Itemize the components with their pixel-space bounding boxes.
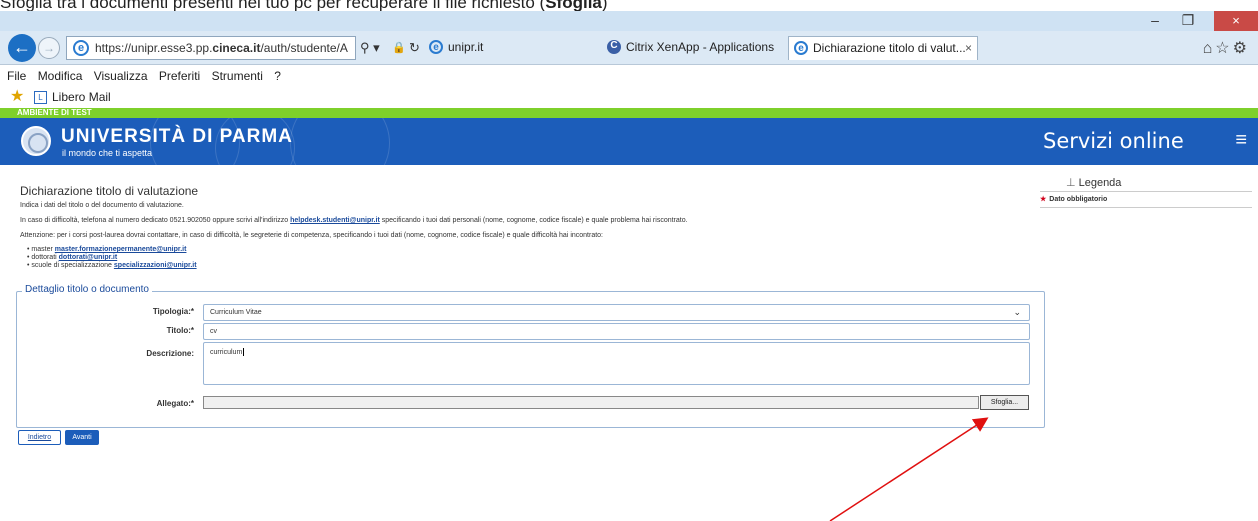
browse-button[interactable]: Sfoglia... (980, 395, 1029, 410)
chevron-down-icon: ⌄ (1013, 307, 1021, 317)
ie-icon: e (73, 40, 89, 56)
tipologia-label: Tipologia:* (152, 307, 194, 316)
close-window-button[interactable]: × (1214, 11, 1258, 31)
favorites-bar: ★ L Libero Mail (0, 86, 1258, 108)
page-title: Dichiarazione titolo di valutazione (20, 184, 199, 198)
tab-unipr[interactable]: e unipr.it (424, 36, 594, 60)
titolo-value: cv (210, 328, 217, 335)
url-suffix: /auth/studente/A (260, 41, 348, 55)
contact-item: • master master.formazionepermanente@uni… (27, 246, 187, 253)
contact-label: dottorati (31, 254, 59, 261)
text-cursor (243, 348, 245, 357)
allegato-label: Allegato:* (156, 399, 194, 408)
legend-required-label: Dato obbligatorio (1049, 196, 1108, 203)
university-name[interactable]: UNIVERSITÀ DI PARMA (61, 126, 293, 148)
tab-label: Dichiarazione titolo di valut... (813, 41, 966, 55)
lock-icon[interactable]: 🔒 (392, 36, 406, 60)
legend-divider (1040, 191, 1252, 192)
tab-citrix[interactable]: C Citrix XenApp - Applications (602, 36, 784, 60)
helpdesk-email-link[interactable]: helpdesk.studenti@unipr.it (290, 217, 380, 224)
ie-icon: e (429, 40, 443, 54)
window-titlebar: – ❐ × (0, 11, 1258, 31)
legend-required: ★ Dato obbligatorio (1040, 195, 1107, 203)
legend-divider (1040, 207, 1252, 208)
favorites-star-icon[interactable]: ★ (10, 88, 24, 106)
browser-toolbar: ← → e https://unipr.esse3.pp.cineca.it/a… (0, 31, 1258, 65)
back-button[interactable]: ← (8, 34, 36, 62)
intro-text: Indica i dati del titolo o del documento… (20, 202, 184, 209)
search-dropdown-icon[interactable]: ⚲ ▾ (360, 36, 380, 60)
ie-icon: e (794, 41, 808, 55)
contact-item: • dottorati dottorati@unipr.it (27, 254, 118, 261)
pin-icon: ⊥ (1066, 177, 1076, 189)
contact-label: master (31, 246, 55, 253)
refresh-icon[interactable]: ↻ (409, 36, 420, 60)
allegato-file-input[interactable] (203, 396, 979, 409)
close-tab-icon[interactable]: × (965, 37, 972, 59)
tipologia-value: Curriculum Vitae (210, 309, 262, 316)
forward-button[interactable]: → (38, 37, 60, 59)
contact-label: scuole di specializzazione (31, 262, 114, 269)
tab-dichiarazione[interactable]: e Dichiarazione titolo di valut... × (788, 36, 978, 60)
menu-visualizza[interactable]: Visualizza (94, 69, 148, 83)
instruction-caption: Sfoglia tra i documenti presenti nel tuo… (0, 0, 608, 12)
address-bar[interactable]: e https://unipr.esse3.pp.cineca.it/auth/… (66, 36, 356, 60)
descrizione-value: curriculum (210, 349, 243, 356)
tipologia-select[interactable]: Curriculum Vitae ⌄ (203, 304, 1030, 321)
minimize-button[interactable]: – (1140, 11, 1170, 31)
fieldset-legend: Dettaglio titolo o documento (22, 284, 152, 295)
menu-preferiti[interactable]: Preferiti (159, 69, 200, 83)
browser-toolbar-icons[interactable]: ⌂☆⚙ (1203, 38, 1250, 58)
favorite-libero-mail[interactable]: L Libero Mail (34, 86, 111, 108)
citrix-icon: C (607, 40, 621, 54)
university-seal-icon (21, 126, 51, 156)
favorite-label: Libero Mail (52, 90, 111, 104)
descrizione-textarea[interactable]: curriculum (203, 342, 1030, 385)
dottorati-email-link[interactable]: dottorati@unipr.it (59, 254, 118, 261)
contact-item: • scuole di specializzazione specializza… (27, 262, 197, 269)
tab-label: Citrix XenApp - Applications (626, 40, 775, 54)
url-prefix: https://unipr.esse3.pp. (95, 41, 213, 55)
site-header: UNIVERSITÀ DI PARMA il mondo che ti aspe… (0, 118, 1258, 165)
help-before: In caso di difficoltà, telefona al numer… (20, 217, 291, 224)
url-domain: cineca.it (212, 41, 261, 55)
titolo-label: Titolo:* (166, 326, 194, 335)
legend-label: Legenda (1078, 177, 1122, 189)
legend-title: ⊥ Legenda (1066, 176, 1121, 189)
header-decoration (290, 118, 390, 165)
service-title: Servizi online (1043, 129, 1184, 153)
master-email-link[interactable]: master.formazionepermanente@unipr.it (55, 246, 187, 253)
titolo-input[interactable]: cv (203, 323, 1030, 340)
libero-icon: L (34, 91, 47, 104)
menu-file[interactable]: File (7, 69, 26, 83)
menu-bar: File Modifica Visualizza Preferiti Strum… (0, 66, 1258, 86)
page-content: Dichiarazione titolo di valutazione Indi… (0, 165, 1258, 521)
menu-help[interactable]: ? (274, 69, 281, 83)
descrizione-label: Descrizione: (146, 349, 194, 358)
tab-label: unipr.it (448, 40, 484, 54)
required-star-icon: ★ (1040, 196, 1047, 203)
environment-banner: AMBIENTE DI TEST (0, 108, 1258, 118)
menu-strumenti[interactable]: Strumenti (212, 69, 263, 83)
next-page-button[interactable]: Avanti (65, 430, 99, 445)
help-after: specificando i tuoi dati personali (nome… (379, 217, 688, 224)
menu-modifica[interactable]: Modifica (38, 69, 83, 83)
back-page-button[interactable]: Indietro (18, 430, 61, 445)
help-text: In caso di difficoltà, telefona al numer… (20, 217, 688, 224)
attention-text: Attenzione: per i corsi post-laurea dovr… (20, 232, 604, 239)
specializzazioni-email-link[interactable]: specializzazioni@unipr.it (114, 262, 197, 269)
university-tagline: il mondo che ti aspetta (62, 148, 153, 158)
maximize-button[interactable]: ❐ (1173, 11, 1203, 31)
hamburger-menu-icon[interactable]: ≡ (1235, 129, 1247, 152)
